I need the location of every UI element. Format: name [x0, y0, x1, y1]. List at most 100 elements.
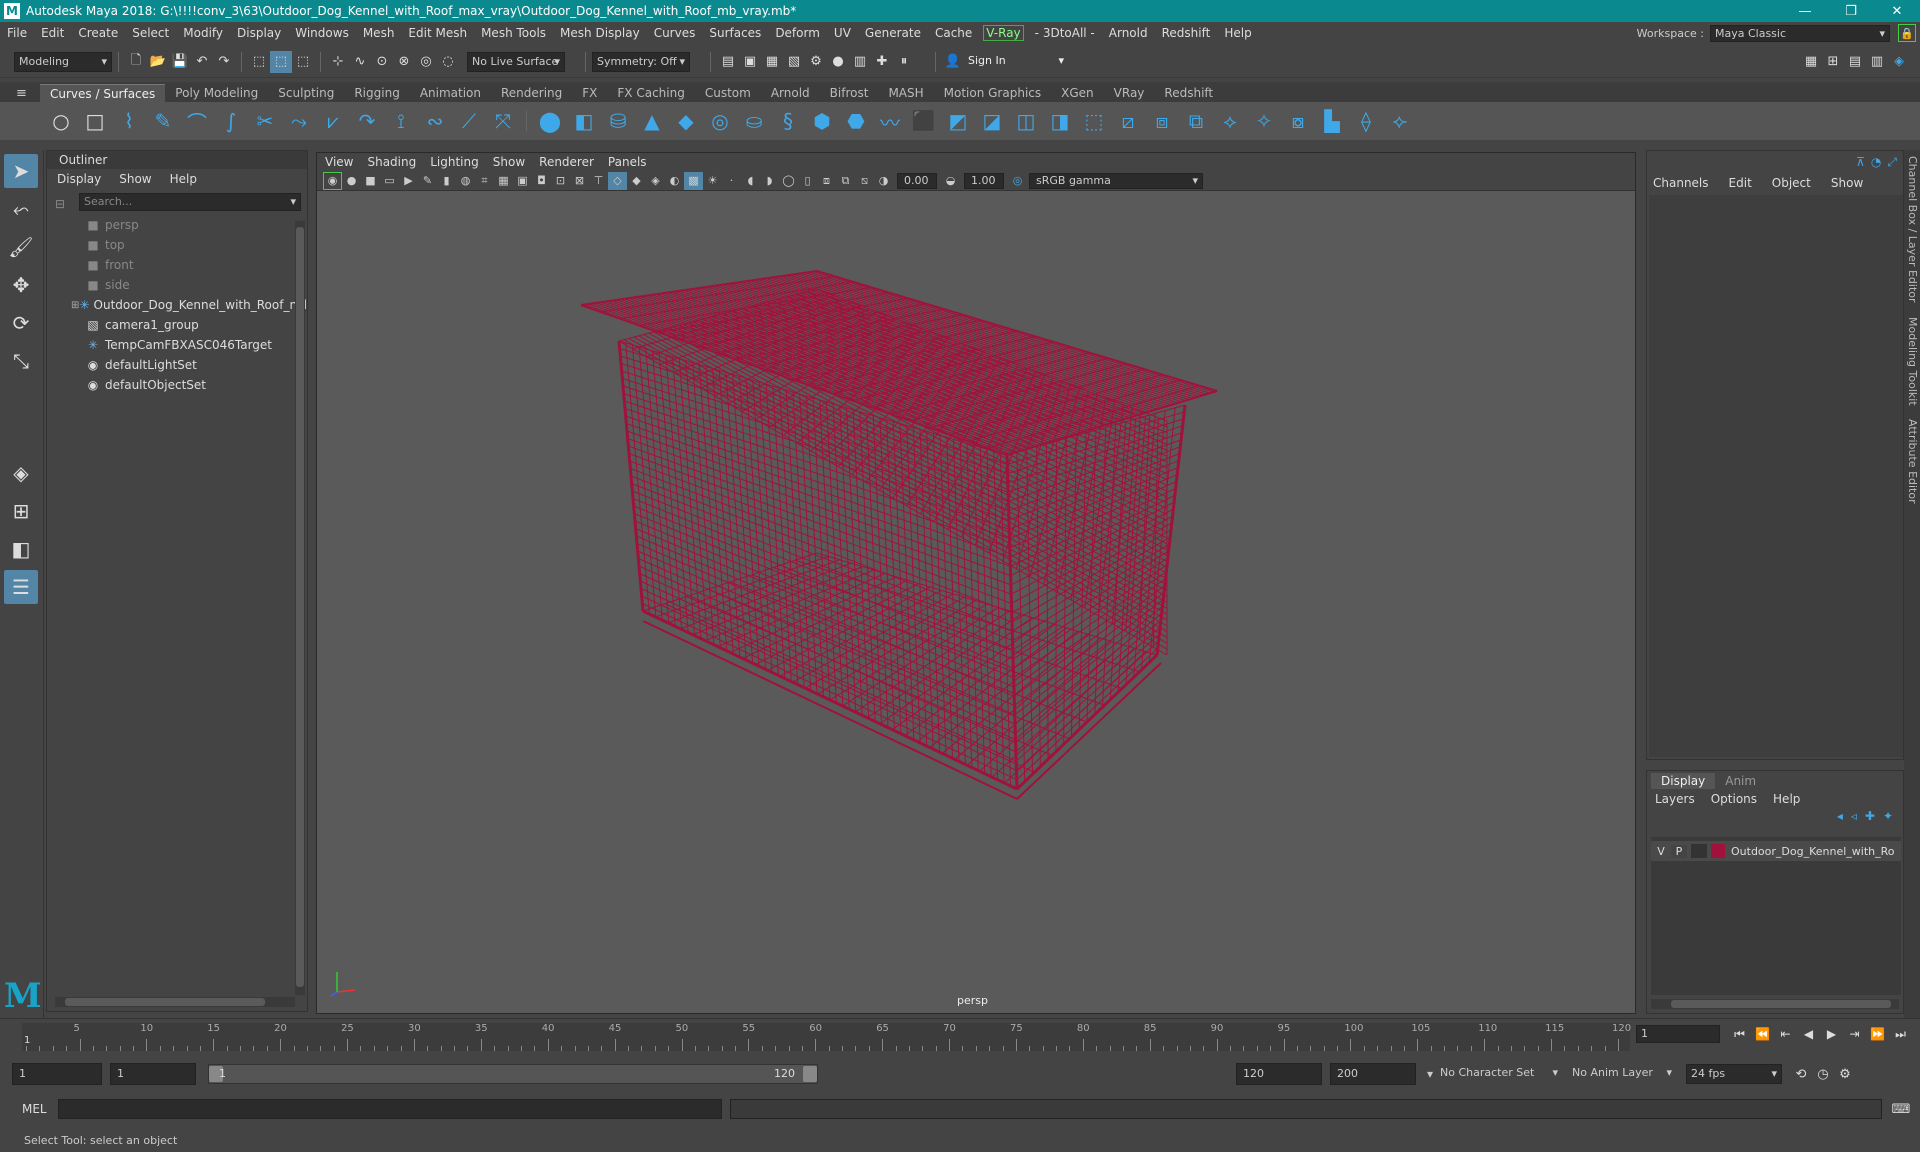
trim-tool-icon[interactable]: ⬚ [1077, 105, 1111, 137]
shelf-tab-xgen[interactable]: XGen [1051, 84, 1104, 102]
move-tool-icon[interactable]: ✥ [4, 268, 38, 302]
select-components-icon[interactable]: ⬚ [292, 51, 314, 73]
outliner-menu-help[interactable]: Help [170, 172, 197, 186]
outliner-item[interactable]: ■ side [47, 275, 307, 295]
animation-end-field[interactable]: 200 [1330, 1063, 1416, 1085]
planar-icon[interactable]: ⬢ [805, 105, 839, 137]
select-tool-icon[interactable]: ➤ [4, 154, 38, 188]
nurbs-plane-icon[interactable]: ◆ [669, 105, 703, 137]
modeling-toolkit-icon[interactable]: ▦ [1800, 51, 1822, 73]
add-points-icon[interactable]: ⟋ [452, 105, 486, 137]
filter-icon[interactable]: ⊟ [55, 197, 65, 211]
outliner-item[interactable]: ⊞ ✳ Outdoor_Dog_Kennel_with_Roof_ncl [47, 295, 307, 315]
timeline-bar[interactable]: 1 5 10 15 20 25 30 35 40 45 50 55 60 65 70 75 80 85 90 95 10… [22, 1023, 1631, 1051]
open-close-icon[interactable]: ✧ [1247, 105, 1281, 137]
symmetry-dropdown[interactable]: Symmetry: Off [592, 51, 690, 72]
attribute-editor-icon[interactable]: ⊞ [1822, 51, 1844, 73]
shelf-menu-icon[interactable]: ≡ [16, 86, 27, 101]
light-editor-icon[interactable]: ✚ [871, 51, 893, 73]
ep-curve-icon[interactable]: ⌇ [112, 105, 146, 137]
sign-in-dropdown[interactable]: Sign In [964, 51, 1068, 72]
shelf-tab-fx[interactable]: FX [572, 84, 607, 102]
history-icon[interactable]: ▤ [717, 51, 739, 73]
channel-menu-edit[interactable]: Edit [1729, 176, 1752, 190]
viewport-menu-view[interactable]: View [325, 155, 353, 169]
select-objects-icon[interactable]: ⬚ [270, 50, 292, 73]
extend-curve-icon[interactable]: ↷ [350, 105, 384, 137]
minimize-button[interactable]: — [1782, 0, 1828, 22]
exposure-field[interactable]: 0.00 [897, 172, 937, 189]
auto-key-icon[interactable]: ◷ [1812, 1063, 1834, 1085]
field-chart-icon[interactable]: ⊡ [551, 172, 570, 190]
pause-viewport-icon[interactable]: ⏸ [893, 51, 915, 73]
channel-menu-show[interactable]: Show [1831, 176, 1863, 190]
single-perspective-layout-icon[interactable]: ◈ [4, 456, 38, 490]
shelf-tab-rendering[interactable]: Rendering [491, 84, 572, 102]
persp-outliner-layout-icon[interactable]: ◧ [4, 532, 38, 566]
loft-icon[interactable]: § [771, 105, 805, 137]
safe-title-icon[interactable]: ⊤ [589, 172, 608, 190]
outliner-item[interactable]: ■ top [47, 235, 307, 255]
redo-icon[interactable]: ↷ [213, 51, 235, 73]
anim-layer-dropdown[interactable]: No Anim Layer [1568, 1064, 1676, 1084]
layer-display-type[interactable] [1691, 844, 1707, 858]
project-curve-icon[interactable]: ◫ [1009, 105, 1043, 137]
menu-edit[interactable]: Edit [34, 26, 71, 40]
shelf-tab-curves-surfaces[interactable]: Curves / Surfaces [40, 84, 166, 102]
bevel-plus-icon[interactable]: ⬛ [907, 105, 941, 137]
new-layer-icon[interactable]: ✚ [1865, 809, 1875, 829]
viewport-menu-show[interactable]: Show [493, 155, 525, 169]
menu-uv[interactable]: UV [827, 26, 858, 40]
snap-view-plane-icon[interactable]: ⊗ [393, 51, 415, 73]
playback-end-field[interactable]: 120 [1236, 1063, 1322, 1085]
new-scene-icon[interactable]: 🗋 [125, 51, 147, 73]
bezier-curve-icon[interactable]: ∫ [214, 105, 248, 137]
menu-mesh-tools[interactable]: Mesh Tools [474, 26, 553, 40]
shelf-tab-arnold[interactable]: Arnold [761, 84, 820, 102]
expand-icon[interactable]: ⊞ [71, 300, 79, 311]
tool-settings-icon[interactable]: ▤ [1844, 51, 1866, 73]
nurbs-circle-icon[interactable]: ○ [44, 105, 78, 137]
extend-surface-icon[interactable]: ▙ [1315, 105, 1349, 137]
bookmarks-icon[interactable]: ■ [361, 172, 380, 190]
viewport-menu-panels[interactable]: Panels [608, 155, 647, 169]
menu-windows[interactable]: Windows [288, 26, 356, 40]
color-management-icon[interactable]: ◎ [1008, 172, 1027, 190]
scale-tool-icon[interactable]: ⤡ [4, 344, 38, 378]
viewport-panel[interactable]: View Shading Lighting Show Renderer Panels ◉ … [316, 152, 1636, 1014]
smooth-shade-icon[interactable]: ◆ [627, 172, 646, 190]
step-forward-key-icon[interactable]: ⇥ [1843, 1023, 1866, 1045]
play-backwards-icon[interactable]: ◀ [1797, 1023, 1820, 1045]
menu-help[interactable]: Help [1217, 26, 1258, 40]
live-surface-dropdown[interactable]: No Live Surface [467, 51, 565, 72]
outliner-item[interactable]: ✳ TempCamFBXASC046Target [47, 335, 307, 355]
grease-pencil-icon[interactable]: ✎ [418, 172, 437, 190]
gate-mask-icon[interactable]: ◘ [532, 172, 551, 190]
layer-menu-help[interactable]: Help [1773, 792, 1800, 806]
menu-modify[interactable]: Modify [176, 26, 230, 40]
render-settings-icon[interactable]: ⚙ [805, 51, 827, 73]
save-scene-icon[interactable]: 💾 [169, 51, 191, 73]
menu-edit-mesh[interactable]: Edit Mesh [401, 26, 474, 40]
2d-pan-zoom-icon[interactable]: ▶ [399, 172, 418, 190]
nurbs-cylinder-icon[interactable]: ⛁ [601, 105, 635, 137]
step-back-key-icon[interactable]: ⇤ [1774, 1023, 1797, 1045]
menu-generate[interactable]: Generate [858, 26, 928, 40]
nurbs-torus-icon[interactable]: ◎ [703, 105, 737, 137]
range-end-handle[interactable] [803, 1066, 817, 1082]
camera-attributes-icon[interactable]: ● [342, 172, 361, 190]
shelf-tab-poly-modeling[interactable]: Poly Modeling [165, 84, 268, 102]
current-frame-field[interactable]: 1 [1636, 1025, 1720, 1043]
undo-icon[interactable]: ↶ [191, 51, 213, 73]
nurbs-cone-icon[interactable]: ▲ [635, 105, 669, 137]
outliner-menu-show[interactable]: Show [119, 172, 151, 186]
menu-display[interactable]: Display [230, 26, 288, 40]
attribute-toggle-icon[interactable]: ◔ [1871, 155, 1881, 169]
shelf-tab-sculpting[interactable]: Sculpting [268, 84, 344, 102]
outliner-vertical-scrollbar[interactable] [295, 221, 305, 995]
square-surface-icon[interactable]: ◪ [975, 105, 1009, 137]
fps-dropdown[interactable]: 24 fps [1686, 1064, 1782, 1084]
birail-icon[interactable]: 〰 [873, 105, 907, 137]
menu-cache[interactable]: Cache [928, 26, 979, 40]
detach-curves-icon[interactable]: ⤳ [282, 105, 316, 137]
